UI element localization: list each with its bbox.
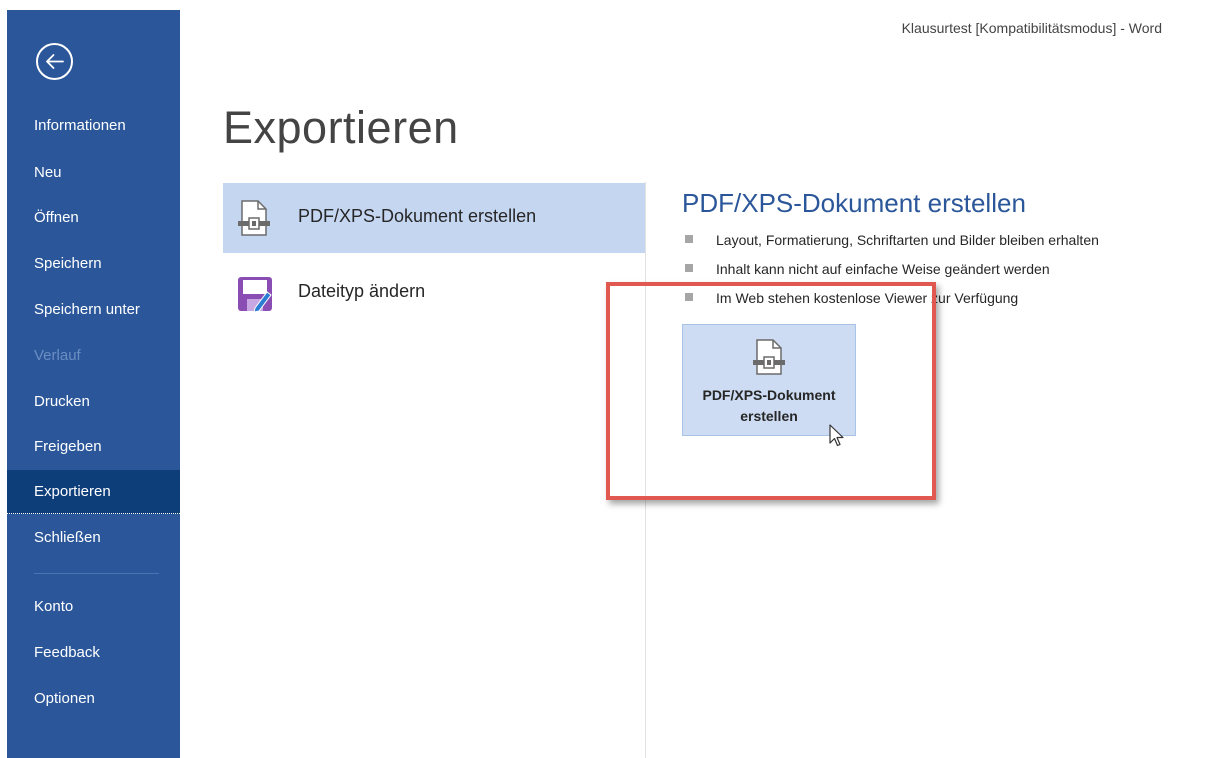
- sidebar-item-speichern[interactable]: Speichern: [7, 242, 180, 286]
- sidebar-item-feedback[interactable]: Feedback: [7, 631, 180, 675]
- sidebar-item-informationen[interactable]: Informationen: [7, 104, 180, 148]
- sidebar-item-optionen[interactable]: Optionen: [7, 677, 180, 721]
- highlight-annotation-box: [606, 282, 936, 500]
- save-as-filetype-icon: [238, 277, 272, 312]
- pdf-xps-document-icon: [238, 200, 270, 236]
- detail-title: PDF/XPS-Dokument erstellen: [682, 188, 1026, 218]
- page-title: Exportieren: [223, 102, 459, 153]
- sidebar-item-schliessen[interactable]: Schließen: [7, 516, 180, 560]
- backstage-sidebar: Informationen Neu Öffnen Speichern Speic…: [7, 10, 180, 758]
- backstage-content: Klausurtest [Kompatibilitätsmodus] - Wor…: [180, 10, 1212, 758]
- back-button[interactable]: [36, 43, 73, 80]
- bullet-square-icon: [685, 264, 693, 272]
- option-label: PDF/XPS-Dokument erstellen: [298, 206, 537, 226]
- back-arrow-icon: [46, 54, 64, 69]
- sidebar-item-neu[interactable]: Neu: [7, 151, 180, 195]
- sidebar-separator: [34, 573, 159, 574]
- window-title: Klausurtest [Kompatibilitätsmodus] - Wor…: [901, 20, 1162, 36]
- sidebar-item-verlauf: Verlauf: [34, 347, 81, 364]
- option-pdf-xps[interactable]: PDF/XPS-Dokument erstellen: [223, 183, 645, 253]
- sidebar-item-speichern-unter[interactable]: Speichern unter: [7, 288, 180, 332]
- option-label: Dateityp ändern: [298, 281, 426, 301]
- sidebar-item-konto[interactable]: Konto: [7, 585, 180, 629]
- sidebar-item-drucken[interactable]: Drucken: [7, 380, 180, 424]
- sidebar-item-freigeben[interactable]: Freigeben: [7, 425, 180, 469]
- bullet-text: Layout, Formatierung, Schriftarten und B…: [716, 232, 1099, 248]
- bullet-square-icon: [685, 235, 693, 243]
- sidebar-item-oeffnen[interactable]: Öffnen: [7, 196, 180, 240]
- mouse-pointer-icon: [829, 424, 844, 447]
- bullet-item: Layout, Formatierung, Schriftarten und B…: [682, 230, 1099, 259]
- option-change-filetype[interactable]: Dateityp ändern: [223, 260, 645, 330]
- bullet-text: Inhalt kann nicht auf einfache Weise geä…: [716, 261, 1050, 277]
- sidebar-item-exportieren[interactable]: Exportieren: [7, 470, 180, 514]
